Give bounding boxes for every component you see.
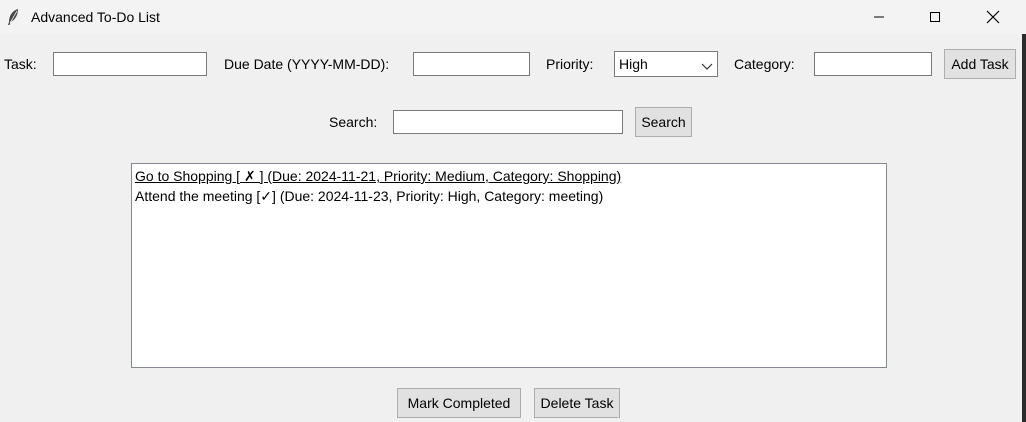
category-input[interactable] [814,52,932,76]
add-task-button[interactable]: Add Task [944,49,1016,79]
priority-label: Priority: [546,56,594,72]
close-icon [986,10,1000,24]
window-edge [1022,34,1026,422]
due-date-input[interactable] [413,52,530,76]
category-label: Category: [734,56,795,72]
window-title: Advanced To-Do List [31,9,160,25]
priority-value: High [619,56,648,72]
search-label: Search: [329,114,378,130]
minimize-icon [873,11,885,23]
maximize-icon [929,11,941,23]
chevron-down-icon [701,59,713,75]
close-button[interactable] [964,0,1022,34]
list-item[interactable]: Go to Shopping [ ✗ ] (Due: 2024-11-21, P… [135,168,621,185]
due-date-label: Due Date (YYYY-MM-DD): [224,56,390,72]
list-item[interactable]: Attend the meeting [✓] (Due: 2024-11-23,… [135,188,603,205]
priority-select[interactable]: High [614,51,718,77]
search-input[interactable] [393,110,623,134]
mark-completed-button[interactable]: Mark Completed [397,388,521,418]
minimize-button[interactable] [850,0,908,34]
search-button[interactable]: Search [635,107,692,137]
feather-icon [6,8,20,26]
task-list[interactable]: Go to Shopping [ ✗ ] (Due: 2024-11-21, P… [131,163,887,368]
title-bar: Advanced To-Do List [0,0,1026,34]
maximize-button[interactable] [906,0,964,34]
task-label: Task: [4,56,37,72]
task-input[interactable] [53,52,207,76]
delete-task-button[interactable]: Delete Task [534,388,620,418]
